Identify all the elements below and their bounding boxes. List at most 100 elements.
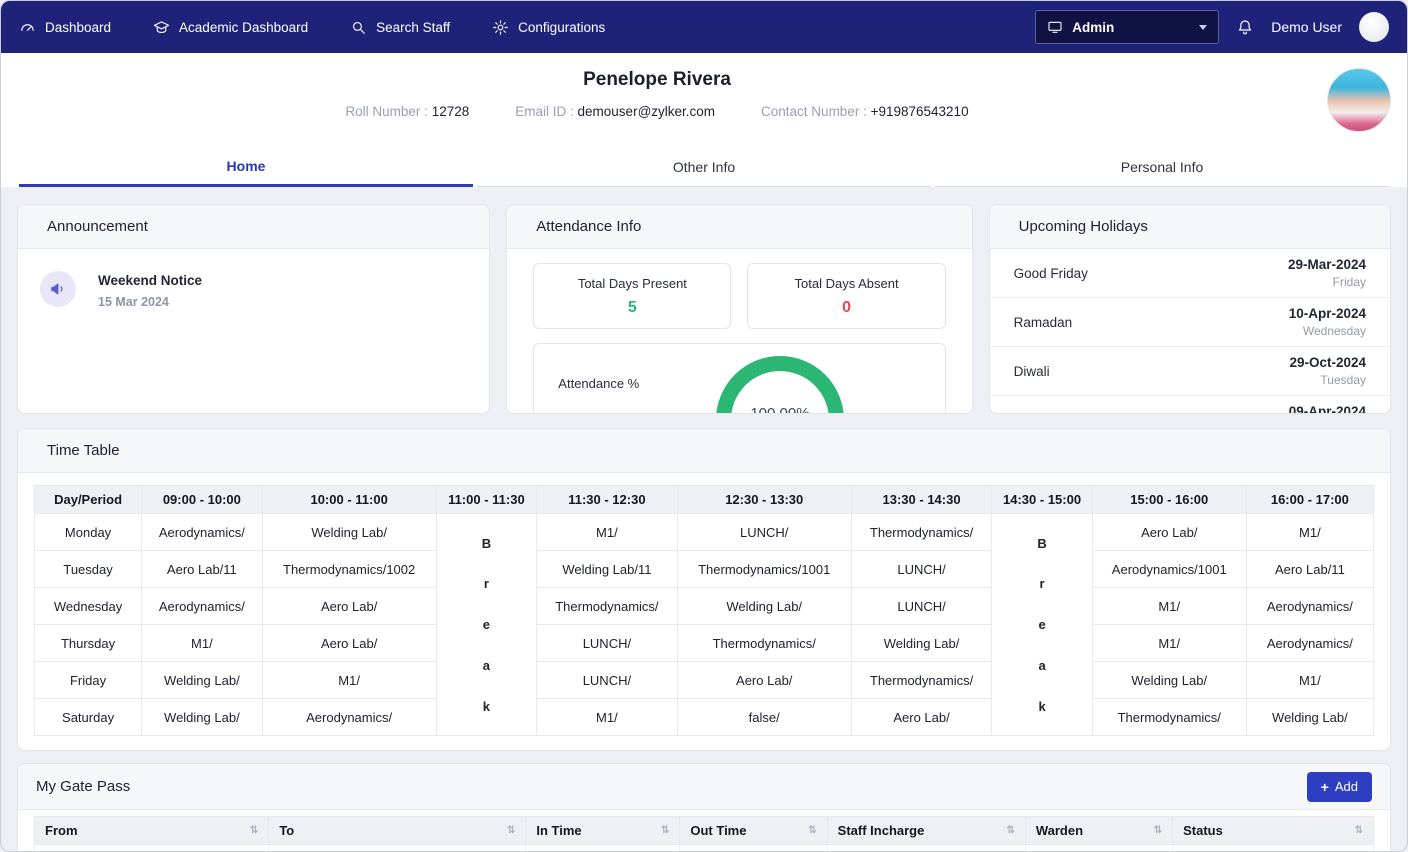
gatepass-cell: 19-Mar-2024 17:35	[35, 845, 269, 852]
sort-icon[interactable]: ⇅	[661, 825, 669, 836]
holiday-row: Diwali29-Oct-2024Tuesday	[990, 347, 1390, 396]
holidays-list: Good Friday29-Mar-2024FridayRamadan10-Ap…	[990, 249, 1390, 414]
top-navbar: Dashboard Academic Dashboard Search Staf…	[1, 1, 1407, 53]
attendance-card-title: Attendance Info	[507, 205, 971, 249]
app: Dashboard Academic Dashboard Search Staf…	[0, 0, 1408, 852]
announcement-card: Announcement Weekend Notice 15 Mar 2024	[17, 204, 490, 414]
timetable-column-header: 15:00 - 16:00	[1092, 486, 1246, 514]
timetable-cell: M1/	[262, 662, 436, 699]
contact-value: +919876543210	[871, 104, 969, 119]
gatepass-column-header[interactable]: To ⇅	[269, 817, 526, 845]
timetable-cell: Thermodynamics/	[851, 514, 992, 551]
attendance-card: Attendance Info Total Days Present 5 Tot…	[506, 204, 972, 414]
gatepass-column-header[interactable]: Status⇅	[1173, 817, 1374, 845]
timetable-cell: Aerodynamics/1001	[1092, 551, 1246, 588]
timetable-cell: M1/	[142, 625, 263, 662]
timetable-cell: M1/	[1092, 588, 1246, 625]
gatepass-body: 19-Mar-2024 17:3520-Mar-2024 17:36:55--A…	[35, 845, 1374, 852]
attendance-percent-box: Attendance % 100.00%	[533, 343, 945, 414]
nav-label: Academic Dashboard	[179, 20, 308, 35]
gatepass-header-row: From⇅To⇅In Time⇅Out Time⇅Staff Incharge⇅…	[35, 817, 1374, 845]
announcement-item[interactable]: Weekend Notice 15 Mar 2024	[18, 249, 489, 331]
sort-icon[interactable]: ⇅	[808, 825, 816, 836]
email-value: demouser@zylker.com	[578, 104, 716, 119]
attendance-percent-value: 100.00%	[731, 405, 829, 414]
add-gatepass-button[interactable]: + Add	[1307, 772, 1372, 802]
break-cell: Break	[992, 514, 1092, 736]
holiday-name: Good Friday	[1014, 266, 1088, 281]
sort-icon[interactable]: ⇅	[1154, 825, 1162, 836]
timetable-cell: Aero Lab/11	[1246, 551, 1373, 588]
attendance-gauge: 100.00%	[716, 356, 844, 414]
sort-icon[interactable]: ⇅	[1355, 825, 1363, 836]
timetable-section: Time Table Day/Period09:00 - 10:0010:00 …	[17, 428, 1391, 751]
timetable-day-cell: Wednesday	[35, 588, 142, 625]
sort-icon[interactable]: ⇅	[1006, 825, 1014, 836]
timetable-cell: Thermodynamics/	[851, 662, 992, 699]
gatepass-column-label: To	[279, 823, 294, 838]
sort-icon[interactable]: ⇅	[250, 825, 258, 836]
timetable-column-header: 11:00 - 11:30	[436, 486, 536, 514]
timetable-row: SaturdayWelding Lab/Aerodynamics/M1/fals…	[35, 699, 1374, 736]
holidays-card-title: Upcoming Holidays	[990, 205, 1390, 249]
user-avatar[interactable]	[1359, 12, 1389, 42]
holiday-name: Ugadi	[1014, 413, 1049, 414]
gatepass-column-header[interactable]: Out Time⇅	[680, 817, 827, 845]
timetable-cell: Welding Lab/11	[537, 551, 678, 588]
timetable-column-header: 12:30 - 13:30	[677, 486, 851, 514]
timetable-cell: M1/	[1092, 625, 1246, 662]
timetable-cell: LUNCH/	[851, 588, 992, 625]
gatepass-column-header[interactable]: In Time⇅	[526, 817, 680, 845]
nav-item-dashboard[interactable]: Dashboard	[19, 19, 111, 36]
gatepass-row[interactable]: 19-Mar-2024 17:3520-Mar-2024 17:36:55--A…	[35, 845, 1374, 852]
timetable-cell: Aero Lab/	[262, 625, 436, 662]
gatepass-column-header[interactable]: Warden ⇅	[1025, 817, 1172, 845]
timetable-cell: LUNCH/	[677, 514, 851, 551]
tab-personal-info[interactable]: Personal Info	[935, 147, 1389, 187]
total-days-present-box: Total Days Present 5	[533, 263, 731, 329]
gatepass-cell: Approved	[1173, 845, 1374, 852]
timetable-title: Time Table	[18, 429, 1390, 473]
nav-label: Dashboard	[45, 20, 111, 35]
timetable-day-cell: Tuesday	[35, 551, 142, 588]
holiday-row: Good Friday29-Mar-2024Friday	[990, 249, 1390, 298]
timetable-cell: Aerodynamics/	[1246, 625, 1373, 662]
tab-home[interactable]: Home	[19, 147, 473, 187]
add-button-label: Add	[1335, 779, 1358, 794]
attendance-percent-label: Attendance %	[558, 376, 639, 391]
holiday-day: Friday	[1288, 275, 1366, 289]
timetable-cell: LUNCH/	[537, 662, 678, 699]
gatepass-column-label: Warden	[1036, 823, 1083, 838]
bell-icon[interactable]	[1236, 18, 1254, 36]
nav-item-configurations[interactable]: Configurations	[492, 19, 605, 36]
gear-icon	[492, 19, 509, 36]
nav-item-academic-dashboard[interactable]: Academic Dashboard	[153, 19, 308, 36]
timetable-column-header: 13:30 - 14:30	[851, 486, 992, 514]
search-icon	[350, 19, 367, 36]
gatepass-table: From⇅To⇅In Time⇅Out Time⇅Staff Incharge⇅…	[34, 816, 1374, 852]
contact-label: Contact Number :	[761, 104, 867, 119]
timetable-cell: Thermodynamics/1001	[677, 551, 851, 588]
timetable-cell: Thermodynamics/	[1092, 699, 1246, 736]
holiday-name: Diwali	[1014, 364, 1050, 379]
timetable-cell: Welding Lab/	[142, 662, 263, 699]
nav-item-search-staff[interactable]: Search Staff	[350, 19, 450, 36]
gatepass-section: My Gate Pass + Add From⇅To⇅In Time⇅Out T…	[17, 763, 1391, 852]
holiday-name: Ramadan	[1014, 315, 1073, 330]
gatepass-column-header[interactable]: From⇅	[35, 817, 269, 845]
gatepass-cell: -	[1025, 845, 1172, 852]
plus-icon: +	[1321, 779, 1329, 795]
announcement-item-title: Weekend Notice	[98, 273, 202, 288]
gatepass-column-header[interactable]: Staff Incharge⇅	[827, 817, 1025, 845]
tab-other-info[interactable]: Other Info	[477, 147, 931, 187]
timetable-cell: Welding Lab/	[262, 514, 436, 551]
timetable-column-header: 14:30 - 15:00	[992, 486, 1092, 514]
absent-value: 0	[842, 299, 851, 317]
timetable-row: WednesdayAerodynamics/Aero Lab/Thermodyn…	[35, 588, 1374, 625]
gatepass-title: My Gate Pass	[36, 778, 130, 795]
sort-icon[interactable]: ⇅	[507, 825, 515, 836]
role-selector-dropdown[interactable]: Admin	[1035, 10, 1219, 44]
timetable-cell: Welding Lab/	[1246, 699, 1373, 736]
holiday-row: Ugadi09-Apr-2024	[990, 396, 1390, 414]
timetable-row: ThursdayM1/Aero Lab/LUNCH/Thermodynamics…	[35, 625, 1374, 662]
